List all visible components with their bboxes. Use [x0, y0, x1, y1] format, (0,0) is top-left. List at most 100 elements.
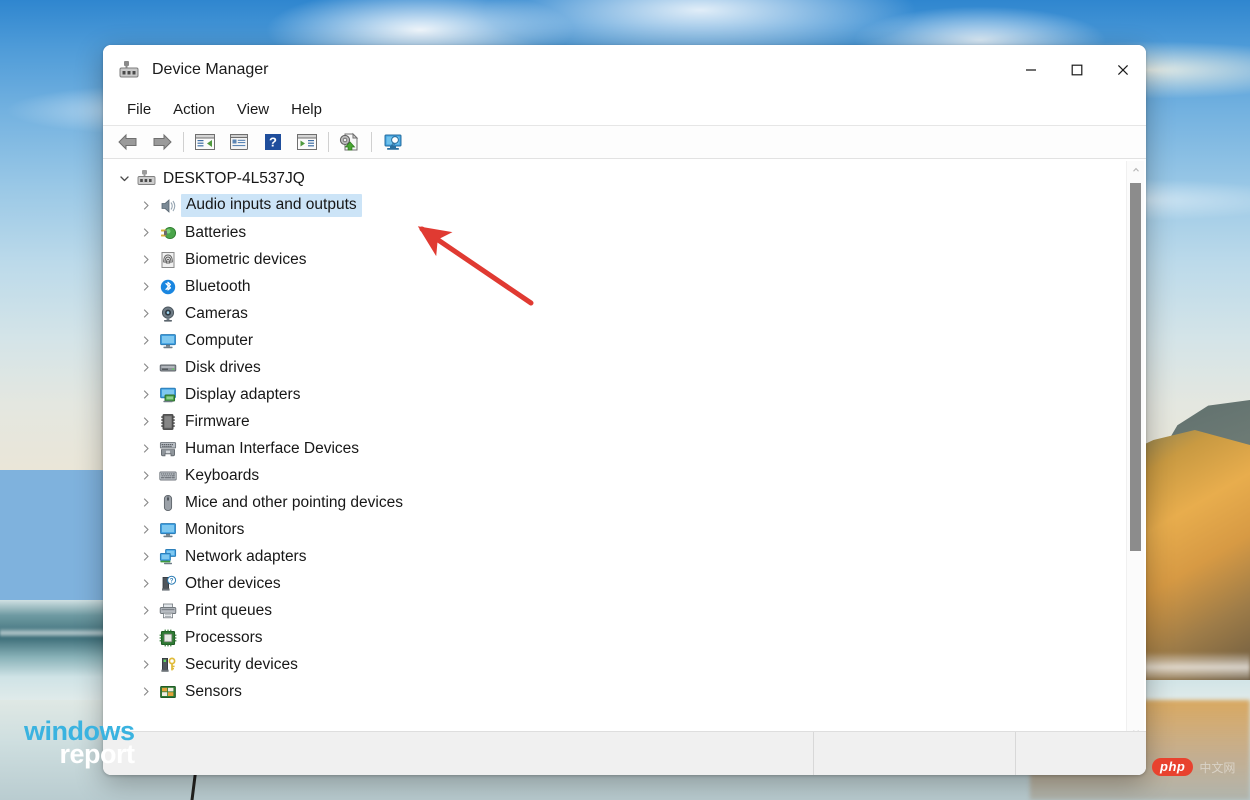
disk-drive-icon [157, 358, 179, 378]
network-adapter-icon [157, 547, 179, 567]
tree-item-biometric-devices[interactable]: Biometric devices [103, 246, 1126, 273]
svg-text:?: ? [170, 578, 174, 584]
scroll-up-button[interactable] [1127, 161, 1144, 178]
tree-item-processors[interactable]: Processors [103, 624, 1126, 651]
menu-action[interactable]: Action [162, 98, 226, 121]
tree-item-bluetooth[interactable]: Bluetooth [103, 273, 1126, 300]
status-segment-1 [103, 732, 814, 775]
tree-item-print-queues[interactable]: Print queues [103, 597, 1126, 624]
scan-for-hardware-changes-button[interactable] [290, 128, 324, 156]
chevron-right-icon[interactable] [135, 200, 157, 211]
tree-item-monitors[interactable]: Monitors [103, 516, 1126, 543]
tree-item-mice-and-other-pointing-devices[interactable]: Mice and other pointing devices [103, 489, 1126, 516]
php-watermark-text: 中文网 [1199, 759, 1235, 776]
vertical-scrollbar-thumb[interactable] [1130, 183, 1141, 551]
chevron-right-icon[interactable] [135, 389, 157, 400]
chevron-right-icon[interactable] [135, 551, 157, 562]
battery-plug-icon [157, 223, 179, 243]
add-legacy-hardware-button[interactable] [376, 128, 410, 156]
chevron-right-icon[interactable] [135, 605, 157, 616]
computer-root-icon [135, 169, 157, 189]
tree-item-sensors[interactable]: Sensors [103, 678, 1126, 705]
menu-file[interactable]: File [116, 98, 162, 121]
chevron-right-icon[interactable] [135, 227, 157, 238]
tree-item-label: Security devices [185, 656, 298, 674]
properties-button[interactable] [222, 128, 256, 156]
chevron-right-icon[interactable] [135, 524, 157, 535]
mouse-icon [157, 493, 179, 513]
chevron-right-icon[interactable] [135, 416, 157, 427]
device-tree-pane: DESKTOP-4L537JQ Audio inputs and outputs [103, 158, 1146, 759]
tree-item-label: Display adapters [185, 386, 300, 404]
tree-item-label: Processors [185, 629, 263, 647]
tree-item-label: Sensors [185, 683, 242, 701]
chevron-right-icon[interactable] [135, 470, 157, 481]
tree-item-cameras[interactable]: Cameras [103, 300, 1126, 327]
chevron-right-icon[interactable] [135, 578, 157, 589]
tree-item-label: Human Interface Devices [185, 440, 359, 458]
tree-item-batteries[interactable]: Batteries [103, 219, 1126, 246]
php-watermark-pill: php [1152, 758, 1193, 776]
back-button[interactable] [111, 128, 145, 156]
tree-item-label: Cameras [185, 305, 248, 323]
menu-view[interactable]: View [226, 98, 280, 121]
forward-arrow-icon [151, 133, 173, 151]
chevron-right-icon[interactable] [135, 632, 157, 643]
tree-item-disk-drives[interactable]: Disk drives [103, 354, 1126, 381]
chevron-right-icon[interactable] [135, 335, 157, 346]
tree-item-label: Biometric devices [185, 251, 306, 269]
other-device-question-icon: ? [157, 574, 179, 594]
tree-item-label: Monitors [185, 521, 244, 539]
tree-item-label: Other devices [185, 575, 281, 593]
tree-item-other-devices[interactable]: ? Other devices [103, 570, 1126, 597]
tree-root-label: DESKTOP-4L537JQ [163, 170, 305, 188]
tree-item-network-adapters[interactable]: Network adapters [103, 543, 1126, 570]
tree-item-firmware[interactable]: Firmware [103, 408, 1126, 435]
fingerprint-icon [157, 250, 179, 270]
show-hide-console-tree-button[interactable] [188, 128, 222, 156]
tree-item-human-interface-devices[interactable]: Human Interface Devices [103, 435, 1126, 462]
tree-item-security-devices[interactable]: Security devices [103, 651, 1126, 678]
properties-icon [228, 133, 250, 151]
chevron-right-icon[interactable] [135, 659, 157, 670]
chevron-right-icon[interactable] [135, 497, 157, 508]
title-bar: Device Manager [103, 45, 1146, 94]
status-segment-2 [814, 732, 1016, 775]
window-title: Device Manager [152, 61, 269, 79]
tree-item-computer[interactable]: Computer [103, 327, 1126, 354]
keyboard-icon [157, 466, 179, 486]
tree-item-label: Computer [185, 332, 253, 350]
tree-item-label: Keyboards [185, 467, 259, 485]
chevron-down-icon[interactable] [113, 173, 135, 184]
minimize-button[interactable] [1008, 45, 1054, 94]
tree-item-display-adapters[interactable]: Display adapters [103, 381, 1126, 408]
update-driver-button[interactable] [333, 128, 367, 156]
maximize-button[interactable] [1054, 45, 1100, 94]
chevron-right-icon[interactable] [135, 254, 157, 265]
back-arrow-icon [117, 133, 139, 151]
tree-root-node[interactable]: DESKTOP-4L537JQ [103, 165, 1126, 192]
chevron-right-icon[interactable] [135, 686, 157, 697]
chevron-right-icon[interactable] [135, 362, 157, 373]
help-question-icon: ? [263, 133, 283, 151]
tree-item-label: Firmware [185, 413, 250, 431]
toolbar-separator-3 [371, 132, 372, 152]
forward-button[interactable] [145, 128, 179, 156]
chevron-right-icon[interactable] [135, 443, 157, 454]
help-button[interactable]: ? [256, 128, 290, 156]
tree-item-keyboards[interactable]: Keyboards [103, 462, 1126, 489]
menu-help[interactable]: Help [280, 98, 333, 121]
chevron-right-icon[interactable] [135, 281, 157, 292]
close-button[interactable] [1100, 45, 1146, 94]
speaker-icon [157, 196, 179, 216]
tree-item-audio-inputs-and-outputs[interactable]: Audio inputs and outputs [103, 192, 1126, 219]
vertical-scrollbar[interactable] [1126, 161, 1144, 740]
tree-item-label: Disk drives [185, 359, 261, 377]
chevron-right-icon[interactable] [135, 308, 157, 319]
toolbar-separator-2 [328, 132, 329, 152]
tree-item-label: Audio inputs and outputs [186, 196, 357, 213]
device-tree[interactable]: DESKTOP-4L537JQ Audio inputs and outputs [103, 165, 1126, 742]
tree-item-label: Mice and other pointing devices [185, 494, 403, 512]
camera-icon [157, 304, 179, 324]
device-manager-window: Device Manager File Action View Help [103, 45, 1146, 775]
